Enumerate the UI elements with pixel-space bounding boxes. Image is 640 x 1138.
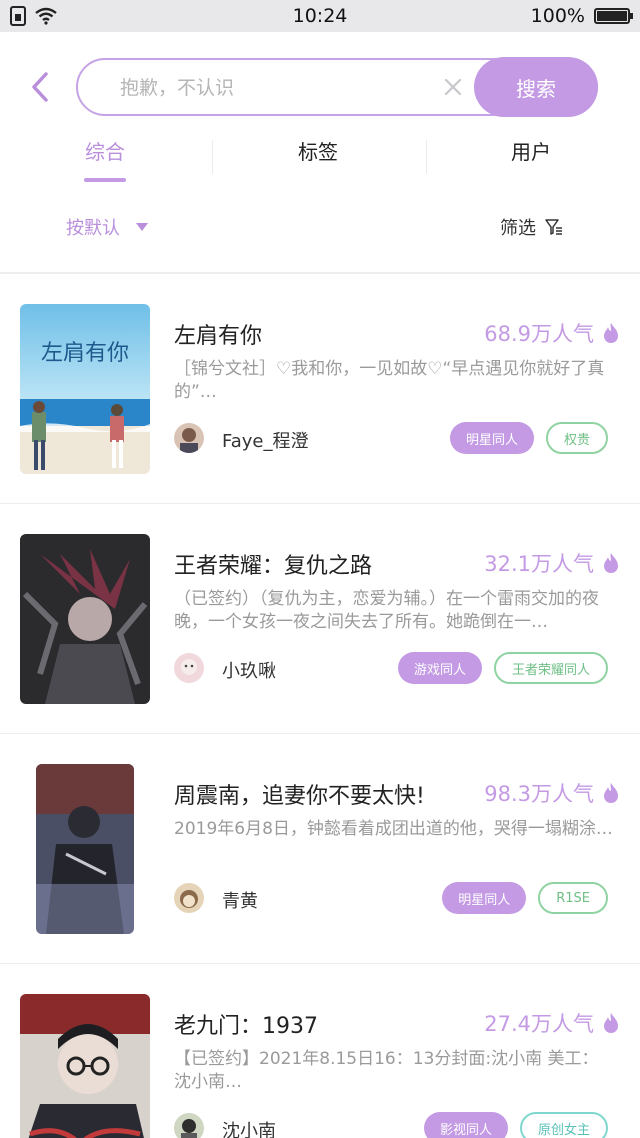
- tag[interactable]: 明星同人: [449, 422, 534, 454]
- filter-label: 筛选: [500, 218, 536, 239]
- book-cover: [20, 534, 150, 704]
- popularity: 68.9万人气: [484, 318, 620, 348]
- popularity: 32.1万人气: [484, 548, 620, 578]
- author-name[interactable]: 沈小南: [222, 1117, 276, 1138]
- book-title[interactable]: 左肩有你: [174, 318, 262, 350]
- tag[interactable]: 游戏同人: [397, 652, 482, 684]
- back-button[interactable]: [26, 70, 54, 104]
- battery-fill: [597, 11, 627, 21]
- avatar[interactable]: [174, 653, 204, 683]
- popularity: 98.3万人气: [484, 778, 620, 808]
- tab-divider: [212, 140, 213, 174]
- book-item[interactable]: 王者荣耀：复仇之路 32.1万人气 （已签约）（复仇为主，恋爱为辅。）在一个雷雨…: [0, 504, 640, 734]
- cover-title-text: 左肩有你: [41, 341, 129, 366]
- filter-button[interactable]: 筛选: [500, 214, 564, 240]
- book-item[interactable]: 周震南，追妻你不要太快! 98.3万人气 2019年6月8日，钟懿看着成团出道的…: [0, 734, 640, 964]
- battery-icon: [594, 8, 633, 24]
- book-description: ［锦兮文社］♡我和你，一见如故♡“早点遇见你就好了真的”…: [174, 359, 605, 402]
- tab-divider: [426, 140, 427, 174]
- popularity-count: 32.1万人气: [484, 552, 594, 576]
- popularity-count: 27.4万人气: [484, 1012, 594, 1036]
- sort-label: 按默认: [66, 218, 120, 239]
- tag[interactable]: 权贵: [545, 422, 608, 454]
- tag[interactable]: 王者荣耀同人: [493, 652, 608, 684]
- tag-list: 明星同人 权贵: [449, 422, 608, 454]
- tag-list: 影视同人 原创女主: [423, 1112, 608, 1138]
- popularity-count: 98.3万人气: [484, 782, 594, 806]
- author-name[interactable]: 青黄: [222, 887, 258, 913]
- tag[interactable]: 原创女主: [519, 1112, 608, 1138]
- tag[interactable]: R1SE: [538, 882, 608, 914]
- tab-users[interactable]: 用户: [461, 136, 601, 165]
- flame-icon: [604, 553, 618, 573]
- tab-tags[interactable]: 标签: [248, 136, 388, 165]
- book-description: （已签约）（复仇为主，恋爱为辅。）在一个雷雨交加的夜晚，一个女孩一夜之间失去了所…: [174, 589, 599, 632]
- book-item[interactable]: 老九门：1937 27.4万人气 【已签约】2021年8.15日16：13分封面…: [0, 964, 640, 1138]
- book-cover: [36, 764, 134, 934]
- flame-icon: [604, 1013, 618, 1033]
- book-title[interactable]: 周震南，追妻你不要太快!: [174, 778, 425, 810]
- tab-comprehensive[interactable]: 综合: [35, 136, 175, 165]
- author-name[interactable]: Faye_程澄: [222, 427, 308, 453]
- book-cover: 左肩有你: [20, 304, 150, 474]
- search-input[interactable]: [120, 74, 420, 102]
- battery-percent: 100%: [530, 5, 585, 27]
- tag-list: 明星同人 R1SE: [442, 882, 608, 914]
- book-description: 【已签约】2021年8.15日16：13分封面:沈小南 美工：沈小南…: [174, 1049, 599, 1092]
- popularity-count: 68.9万人气: [484, 322, 594, 346]
- book-cover: [20, 994, 150, 1138]
- book-title[interactable]: 老九门：1937: [174, 1008, 318, 1040]
- sort-dropdown[interactable]: 按默认: [66, 214, 148, 240]
- avatar[interactable]: [174, 1113, 204, 1138]
- clear-icon[interactable]: [442, 76, 464, 98]
- caret-down-icon: [136, 223, 148, 231]
- tag-list: 游戏同人 王者荣耀同人: [397, 652, 608, 684]
- filter-icon: [545, 219, 562, 235]
- flame-icon: [604, 323, 618, 343]
- author-name[interactable]: 小玖啾: [222, 657, 276, 683]
- book-item[interactable]: 左肩有你 左肩有你 68.9万人气 ［锦兮文社］♡我和你，一见如故♡“早点遇见你…: [0, 274, 640, 504]
- chevron-left-icon: [32, 72, 48, 102]
- search-button[interactable]: 搜索: [474, 57, 598, 117]
- book-description: 2019年6月8日，钟懿看着成团出道的他，哭得一塌糊涂…: [174, 819, 613, 839]
- tab-indicator: [84, 178, 126, 182]
- status-bar: 10:24 100%: [0, 0, 640, 32]
- flame-icon: [604, 783, 618, 803]
- avatar[interactable]: [174, 423, 204, 453]
- svg-text:左肩有你: 左肩有你: [41, 341, 129, 366]
- book-title[interactable]: 王者荣耀：复仇之路: [174, 548, 372, 580]
- tag[interactable]: 影视同人: [423, 1112, 508, 1138]
- tag[interactable]: 明星同人: [442, 882, 527, 914]
- popularity: 27.4万人气: [484, 1008, 620, 1038]
- avatar[interactable]: [174, 883, 204, 913]
